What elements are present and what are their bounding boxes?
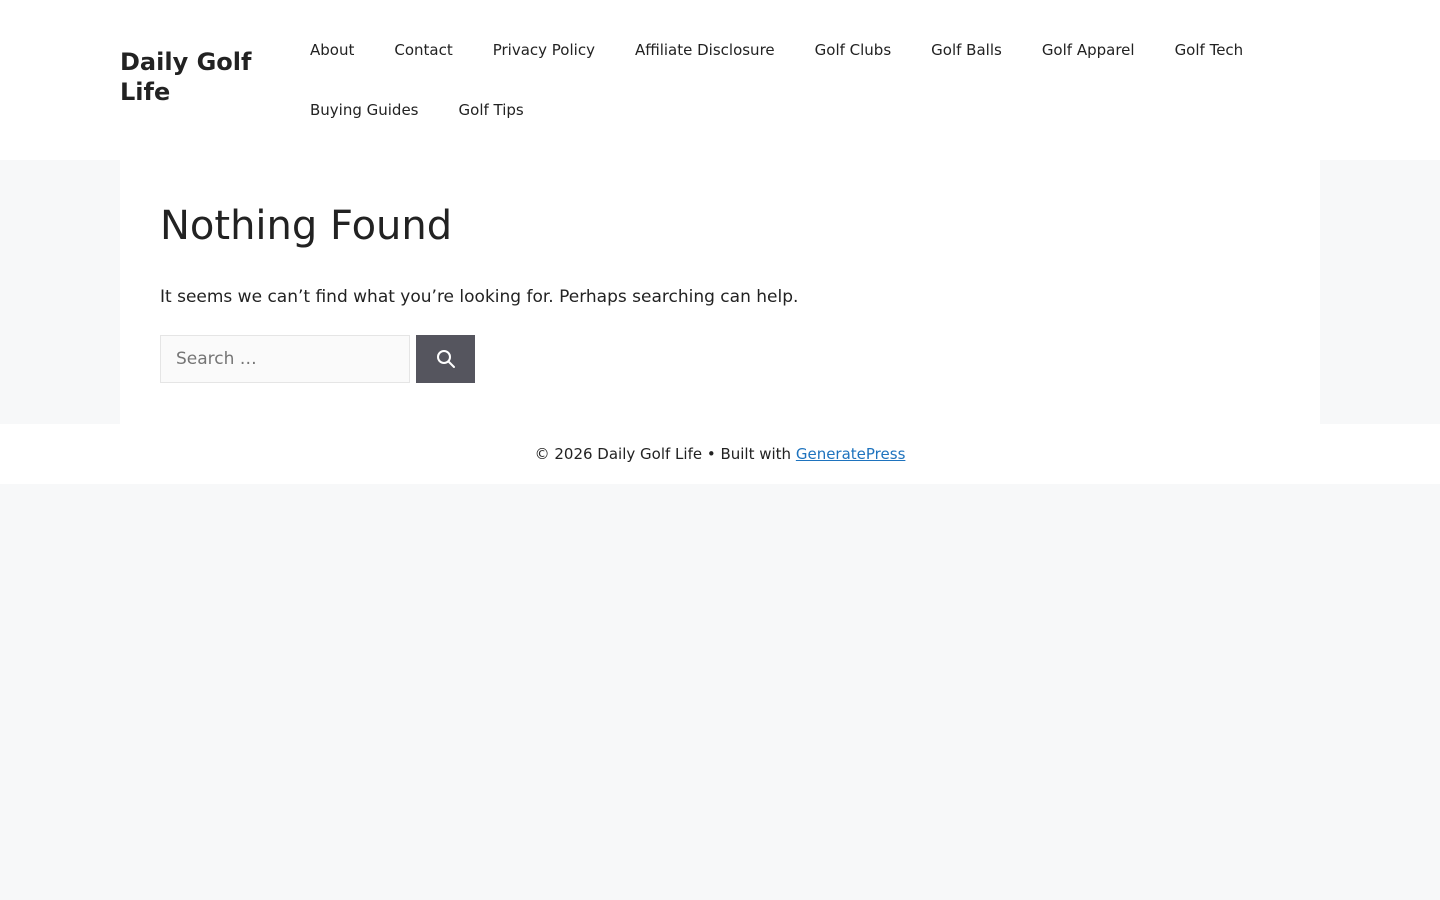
nav-item-golf-balls[interactable]: Golf Balls xyxy=(911,20,1022,80)
nav-item-privacy-policy[interactable]: Privacy Policy xyxy=(473,20,615,80)
main-navigation: About Contact Privacy Policy Affiliate D… xyxy=(290,20,1300,140)
nav-item-affiliate-disclosure[interactable]: Affiliate Disclosure xyxy=(615,20,795,80)
footer-generatepress-link[interactable]: GeneratePress xyxy=(796,445,906,463)
nav-item-golf-apparel[interactable]: Golf Apparel xyxy=(1022,20,1155,80)
search-button[interactable] xyxy=(416,335,475,383)
site-header: Daily Golf Life About Contact Privacy Po… xyxy=(0,0,1440,160)
site-title[interactable]: Daily Golf Life xyxy=(120,47,290,107)
site-footer: © 2026 Daily Golf Life • Built with Gene… xyxy=(0,424,1440,484)
search-input[interactable] xyxy=(160,335,410,383)
no-results-message: It seems we can’t find what you’re looki… xyxy=(160,287,799,307)
footer-copyright: © 2026 Daily Golf Life • Built with xyxy=(534,445,796,463)
nav-item-golf-tech[interactable]: Golf Tech xyxy=(1155,20,1264,80)
nav-item-about[interactable]: About xyxy=(290,20,374,80)
nav-item-buying-guides[interactable]: Buying Guides xyxy=(290,80,439,140)
nav-item-golf-tips[interactable]: Golf Tips xyxy=(439,80,544,140)
nav-item-golf-clubs[interactable]: Golf Clubs xyxy=(795,20,912,80)
search-icon xyxy=(436,349,456,369)
main-content: Nothing Found It seems we can’t find wha… xyxy=(120,160,1320,424)
nav-item-contact[interactable]: Contact xyxy=(374,20,472,80)
search-form xyxy=(160,335,475,383)
page-title: Nothing Found xyxy=(160,203,453,249)
